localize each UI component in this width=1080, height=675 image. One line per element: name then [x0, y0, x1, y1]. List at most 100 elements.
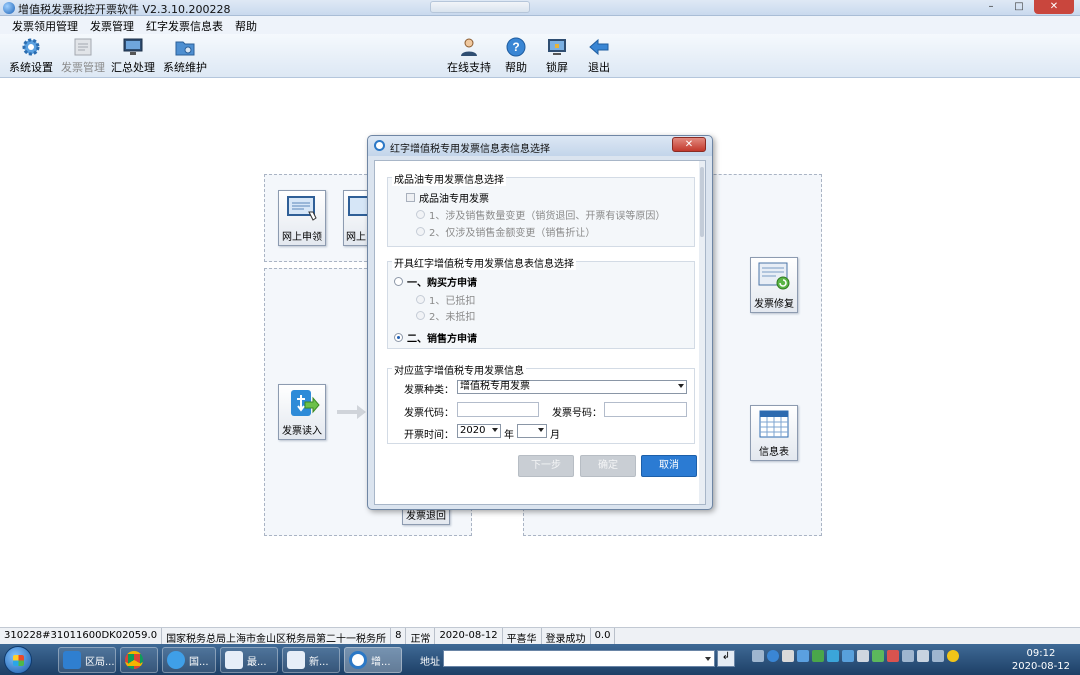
task-ie[interactable]: 国... — [162, 647, 216, 673]
radio-button[interactable] — [394, 277, 403, 286]
seller-apply-radio[interactable]: 二、销售方申请 — [394, 330, 477, 345]
oil-option-quantity[interactable]: 1、涉及销售数量变更（销货退回、开票有误等原因） — [416, 207, 665, 222]
maximize-button[interactable]: □ — [1006, 0, 1032, 14]
task-tax-app[interactable]: 增... — [344, 647, 402, 673]
chrome-icon — [125, 651, 143, 669]
online-second-button[interactable]: 网上 — [343, 190, 369, 246]
info-table-button[interactable]: 信息表 — [750, 405, 798, 461]
dialog-title-bar: 红字增值税专用发票信息表信息选择 ✕ — [368, 136, 712, 156]
invoice-number-label: 发票号码： — [552, 408, 602, 419]
pen-icon[interactable] — [782, 650, 794, 662]
menu-invoice-receive[interactable]: 发票领用管理 — [6, 16, 84, 34]
checkbox-box[interactable] — [406, 193, 415, 202]
status-bar: 310228#31011600DK02059.0 国家税务总局上海市金山区税务局… — [0, 627, 1080, 645]
flow-arrow-icon — [335, 404, 367, 423]
cloud-icon[interactable] — [842, 650, 854, 662]
address-go-button[interactable]: ↲ — [717, 650, 735, 667]
month-unit: 月 — [550, 430, 560, 441]
address-input[interactable] — [443, 650, 715, 667]
invoice-repair-button[interactable]: 发票修复 — [750, 257, 798, 313]
red-invoice-info-dialog: 红字增值税专用发票信息表信息选择 ✕ 成品油专用发票信息选择 成品油专用发票 1… — [367, 135, 713, 510]
oil-option-amount[interactable]: 2、仅涉及销售金额变更（销售折让） — [416, 224, 595, 239]
deducted-radio[interactable]: 1、已抵扣 — [416, 292, 475, 307]
radio-button[interactable] — [416, 210, 425, 219]
dialog-scrollbar[interactable] — [699, 161, 705, 504]
system-settings-button[interactable]: 系统设置 — [6, 36, 56, 76]
status-login: 登录成功 — [542, 628, 591, 645]
menu-bar: 发票领用管理 发票管理 红字发票信息表 帮助 — [0, 16, 1080, 34]
radio-button[interactable] — [394, 333, 403, 342]
dialog-app-icon — [374, 140, 385, 151]
next-step-button[interactable]: 下一步 — [518, 455, 574, 477]
word-icon — [225, 651, 243, 669]
qq-icon — [63, 651, 81, 669]
exit-button[interactable]: 退出 — [574, 36, 624, 76]
app-icon — [3, 2, 15, 14]
status-tax-office: 国家税务总局上海市金山区税务局第二十一税务所 — [162, 628, 392, 645]
invoice-number-input[interactable] — [604, 402, 687, 417]
help-icon[interactable] — [767, 650, 779, 662]
network-icon[interactable] — [797, 650, 809, 662]
alert-icon[interactable] — [887, 650, 899, 662]
menu-invoice-manage[interactable]: 发票管理 — [84, 16, 140, 34]
blue-invoice-group: 对应蓝字增值税专用发票信息 发票种类： 增值税专用发票 发票代码： 发票号码： … — [387, 362, 695, 444]
blue-invoice-group-title: 对应蓝字增值税专用发票信息 — [392, 362, 526, 377]
online-support-button[interactable]: 在线支持 — [444, 36, 494, 76]
shield-icon[interactable] — [812, 650, 824, 662]
status-value: 0.0 — [591, 628, 616, 644]
invoice-type-select[interactable]: 增值税专用发票 — [457, 380, 687, 394]
dialog-body: 成品油专用发票信息选择 成品油专用发票 1、涉及销售数量变更（销货退回、开票有误… — [374, 160, 706, 505]
dialog-close-button[interactable]: ✕ — [672, 137, 706, 152]
online-apply-button[interactable]: 网上申领 — [278, 190, 326, 246]
start-button[interactable] — [4, 646, 32, 674]
address-label: 地址 — [420, 657, 440, 668]
status-device-id: 310228#31011600DK02059.0 — [0, 628, 163, 644]
invoice-code-label: 发票代码： — [404, 408, 454, 419]
close-button[interactable]: ✕ — [1034, 0, 1074, 14]
oil-invoice-checkbox[interactable]: 成品油专用发票 — [406, 190, 489, 205]
invoice-code-input[interactable] — [457, 402, 539, 417]
oil-invoice-group-title: 成品油专用发票信息选择 — [392, 171, 506, 186]
usb-import-icon — [283, 388, 321, 420]
chevron-down-icon — [678, 384, 684, 388]
confirm-button[interactable]: 确定 — [580, 455, 636, 477]
year-unit: 年 — [504, 430, 514, 441]
monitor-icon[interactable] — [902, 650, 914, 662]
radio-button[interactable] — [416, 295, 425, 304]
exit-arrow-icon — [587, 36, 611, 58]
not-deducted-radio[interactable]: 2、未抵扣 — [416, 308, 475, 323]
invoice-read-button[interactable]: 发票读入 — [278, 384, 326, 440]
year-select[interactable]: 2020 — [457, 424, 501, 438]
tax-app-icon — [349, 651, 367, 669]
lock-screen-icon — [545, 36, 569, 58]
update-icon[interactable] — [947, 650, 959, 662]
month-select[interactable] — [517, 424, 547, 438]
keyboard-icon[interactable] — [752, 650, 764, 662]
printer-icon[interactable] — [857, 650, 869, 662]
invoice-manage-button[interactable]: 发票管理 — [58, 36, 108, 76]
flag-icon[interactable] — [872, 650, 884, 662]
cancel-button[interactable]: 取消 — [641, 455, 697, 477]
menu-red-invoice-info[interactable]: 红字发票信息表 — [140, 16, 229, 34]
radio-button[interactable] — [416, 227, 425, 236]
menu-help[interactable]: 帮助 — [229, 16, 263, 34]
minimize-button[interactable]: – — [978, 0, 1004, 14]
status-date: 2020-08-12 — [435, 628, 503, 644]
background-window-tab[interactable] — [430, 1, 530, 13]
invoice-icon — [71, 36, 95, 58]
radio-button[interactable] — [416, 311, 425, 320]
volume-icon[interactable] — [917, 650, 929, 662]
summary-process-button[interactable]: 汇总处理 — [108, 36, 158, 76]
usb-icon[interactable] — [932, 650, 944, 662]
chevron-down-icon[interactable] — [705, 657, 711, 661]
security-icon[interactable] — [827, 650, 839, 662]
task-word-1[interactable]: 最... — [220, 647, 278, 673]
person-icon — [457, 36, 481, 58]
system-maintenance-button[interactable]: 系统维护 — [160, 36, 210, 76]
task-chrome[interactable] — [120, 647, 158, 673]
clock[interactable]: 09:12 2020-08-12 — [1012, 647, 1070, 673]
buyer-apply-radio[interactable]: 一、购买方申请 — [394, 274, 477, 289]
scrollbar-thumb[interactable] — [700, 167, 704, 237]
task-word-2[interactable]: 新... — [282, 647, 340, 673]
task-qq[interactable]: 区局... — [58, 647, 116, 673]
